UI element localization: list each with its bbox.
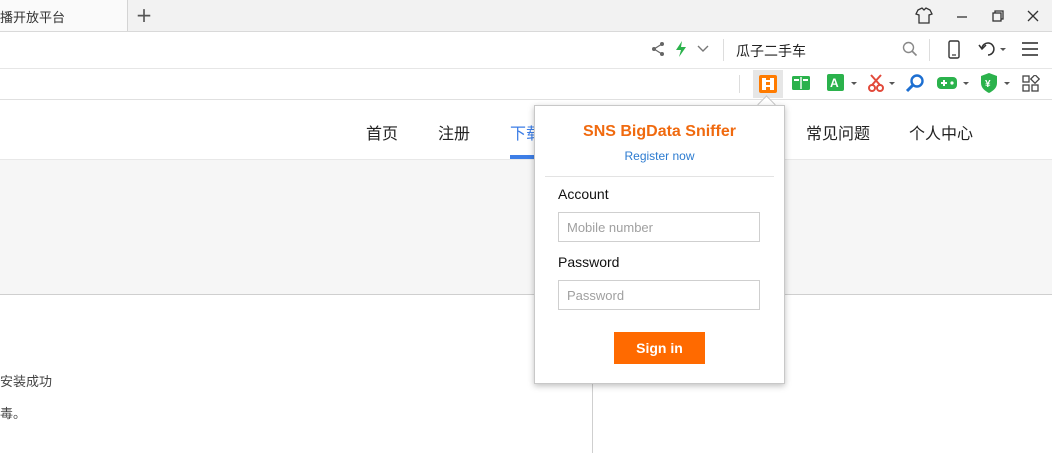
body-text-line: 安装成功 (0, 375, 53, 390)
nav-active-underline (510, 155, 536, 159)
page-banner (0, 160, 1052, 295)
sniffer-login-popup: SNS BigData Sniffer Register now Account… (534, 105, 785, 384)
svg-text:A: A (830, 76, 839, 90)
address-bar (0, 32, 1052, 69)
magnifier-icon[interactable] (905, 73, 925, 93)
book-icon[interactable] (791, 74, 811, 92)
register-link[interactable]: Register now (535, 149, 784, 163)
address-divider (723, 39, 724, 61)
restore-icon[interactable] (983, 4, 1011, 28)
nav-home[interactable]: 首页 (366, 120, 398, 144)
body-text-line: 毒。 (0, 407, 27, 422)
share-icon[interactable] (650, 41, 666, 57)
password-input[interactable] (558, 280, 760, 310)
shield-icon[interactable]: ¥ (979, 72, 1013, 94)
account-input[interactable] (558, 212, 760, 242)
password-label: Password (558, 254, 620, 270)
svg-text:¥: ¥ (985, 79, 991, 90)
undo-icon[interactable] (978, 40, 1006, 58)
translate-icon[interactable]: A (826, 73, 858, 93)
menu-icon[interactable] (1021, 41, 1039, 57)
close-icon[interactable] (1019, 4, 1047, 28)
address-divider (929, 39, 930, 61)
popup-separator (545, 176, 774, 177)
nav-faq[interactable]: 常见问题 (806, 120, 870, 144)
popup-title: SNS BigData Sniffer (583, 123, 736, 140)
gamepad-icon[interactable] (936, 74, 972, 92)
search-icon[interactable] (902, 41, 918, 57)
tab-title: 播开放平台 (0, 11, 66, 26)
tab-bar (0, 0, 1052, 32)
account-label: Account (558, 186, 609, 202)
chevron-down-icon[interactable] (696, 43, 710, 55)
sign-in-button[interactable]: Sign in (614, 332, 705, 364)
scissors-icon[interactable] (867, 73, 899, 93)
sniffer-extension-icon[interactable] (753, 70, 783, 98)
browser-tab[interactable]: 播开放平台 (0, 0, 128, 31)
minimize-icon[interactable] (948, 4, 976, 28)
apps-icon[interactable] (1022, 75, 1040, 93)
new-tab-button[interactable]: + (134, 4, 154, 26)
nav-user-center[interactable]: 个人中心 (909, 120, 973, 144)
lightning-icon[interactable] (674, 40, 688, 58)
shirt-icon[interactable] (910, 4, 938, 28)
phone-icon[interactable] (947, 40, 961, 59)
search-box-text[interactable]: 瓜子二手车 (736, 41, 806, 61)
extension-divider (739, 75, 740, 93)
nav-register[interactable]: 注册 (438, 120, 470, 144)
